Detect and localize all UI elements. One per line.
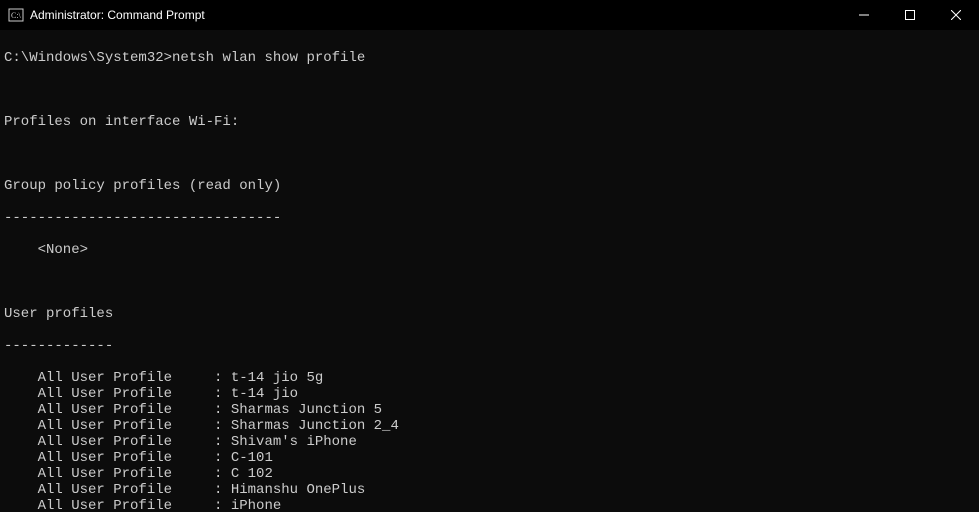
user-profiles-header: User profiles [4,306,975,322]
interface-header: Profiles on interface Wi-Fi: [4,114,975,130]
profile-row: All User Profile : t-14 jio [4,386,975,402]
group-policy-header: Group policy profiles (read only) [4,178,975,194]
profile-row: All User Profile : iPhone [4,498,975,512]
cmd-icon: C:\ [8,7,24,23]
profile-row: All User Profile : Sharmas Junction 2_4 [4,418,975,434]
group-policy-none: <None> [4,242,975,258]
profile-row: All User Profile : C-101 [4,450,975,466]
terminal-output[interactable]: C:\Windows\System32>netsh wlan show prof… [0,30,979,512]
command-text: netsh wlan show profile [172,50,365,66]
divider-dashes: ------------- [4,338,975,354]
close-button[interactable] [933,0,979,30]
profile-row: All User Profile : t-14 jio 5g [4,370,975,386]
prompt-text: C:\Windows\System32> [4,50,172,66]
title-left: C:\ Administrator: Command Prompt [8,7,205,23]
profiles-list: All User Profile : t-14 jio 5g All User … [4,370,975,512]
divider-dashes: --------------------------------- [4,210,975,226]
minimize-button[interactable] [841,0,887,30]
profile-row: All User Profile : Shivam's iPhone [4,434,975,450]
profile-row: All User Profile : Himanshu OnePlus [4,482,975,498]
window-title: Administrator: Command Prompt [30,8,205,22]
command-prompt-window: C:\ Administrator: Command Prompt C:\Win… [0,0,979,512]
profile-row: All User Profile : C 102 [4,466,975,482]
svg-text:C:\: C:\ [11,11,22,20]
window-controls [841,0,979,30]
maximize-button[interactable] [887,0,933,30]
profile-row: All User Profile : Sharmas Junction 5 [4,402,975,418]
title-bar[interactable]: C:\ Administrator: Command Prompt [0,0,979,30]
